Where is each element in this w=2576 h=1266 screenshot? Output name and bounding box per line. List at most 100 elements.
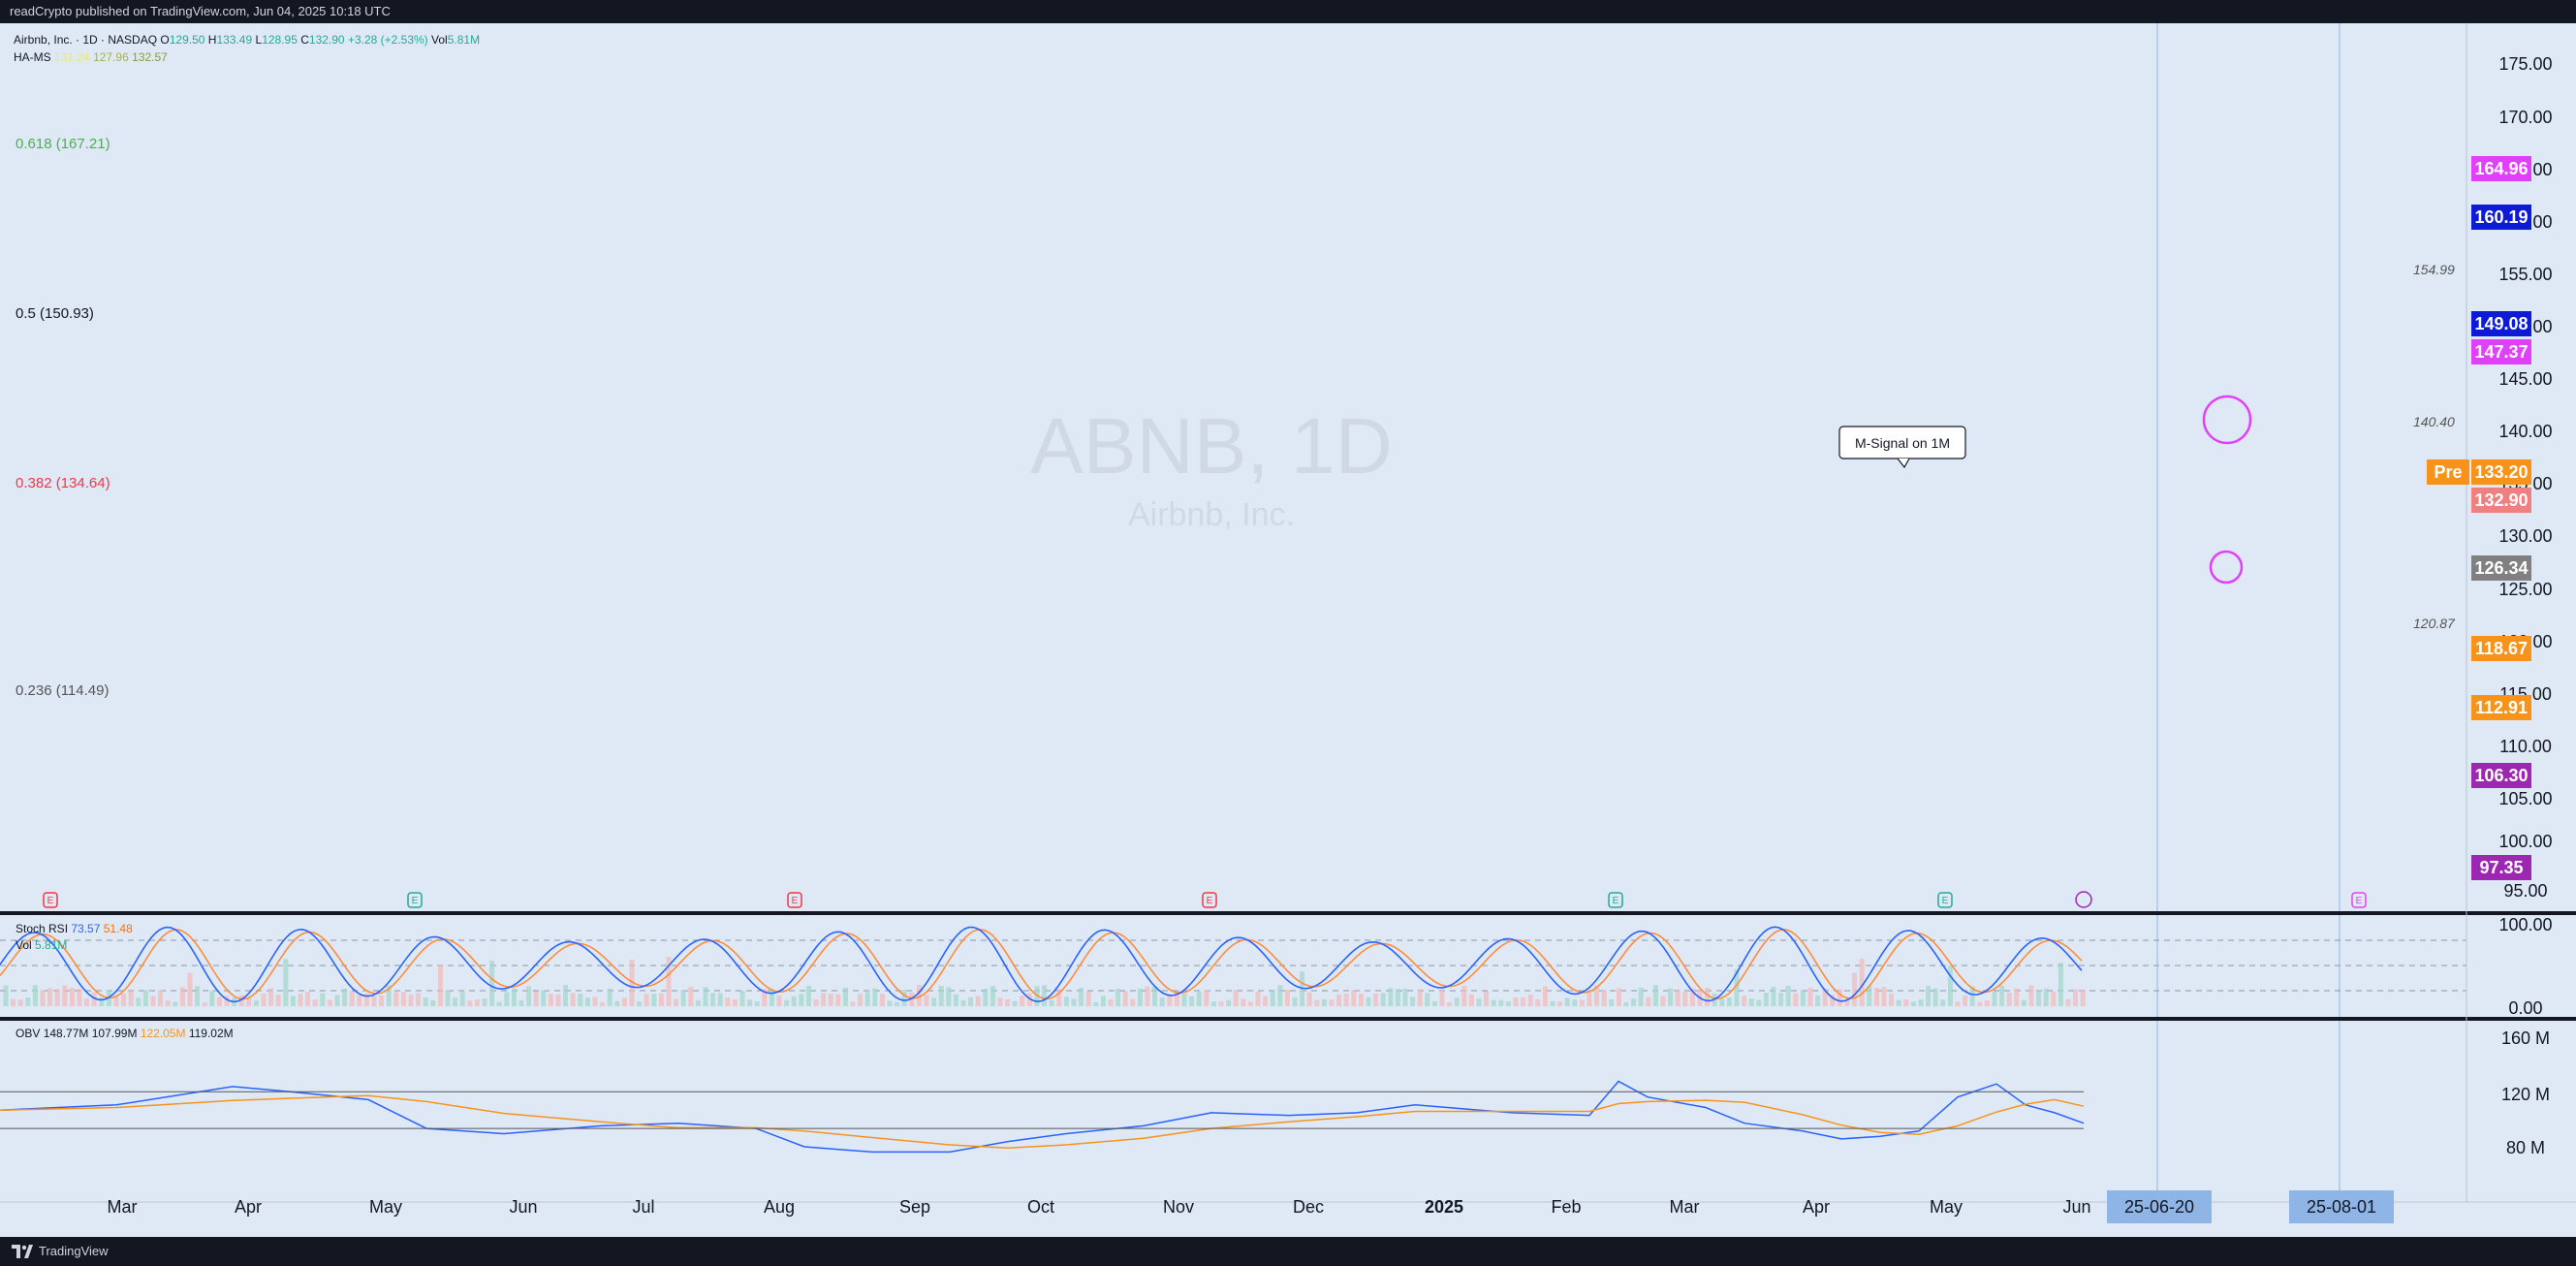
volume-bar (703, 987, 708, 1006)
volume-bar (1601, 990, 1607, 1006)
price-badge[interactable]: 132.90 (2471, 488, 2531, 513)
volume-bar (1210, 1001, 1216, 1006)
volume-bar (216, 997, 222, 1006)
volume-bar (842, 988, 848, 1006)
earnings-event-icon[interactable]: E (43, 892, 58, 908)
volume-bar (2028, 985, 2034, 1006)
volume-bar (813, 999, 819, 1006)
volume-bar (2065, 998, 2071, 1006)
volume-bar (578, 994, 583, 1006)
price-badge[interactable]: 164.96 (2471, 156, 2531, 181)
volume-bar (776, 995, 782, 1006)
volume-bar (1542, 986, 1548, 1006)
highlight-circle[interactable] (2202, 395, 2252, 445)
volume-bar (1204, 990, 1209, 1006)
price-badge[interactable]: 133.20 (2471, 459, 2531, 485)
volume-bar (1903, 998, 1909, 1006)
earnings-event-icon[interactable]: E (2351, 892, 2367, 908)
indicator-value: 127.96 (93, 50, 129, 64)
price-badge[interactable]: 160.19 (2471, 205, 2531, 230)
earnings-event-icon[interactable]: E (407, 892, 423, 908)
obv-value: 122.05M (140, 1027, 186, 1040)
volume-bar (872, 988, 878, 1006)
time-tick: Oct (1027, 1197, 1054, 1217)
volume-bar (600, 1001, 606, 1006)
volume-bar (1955, 1001, 1961, 1006)
low-value: 128.95 (262, 33, 298, 47)
time-tick: May (369, 1197, 402, 1217)
price-badge[interactable]: 112.91 (2471, 695, 2531, 720)
volume-bar (393, 992, 399, 1006)
volume-bar (864, 992, 870, 1006)
volume-bar (173, 1001, 178, 1006)
volume-bar (637, 1001, 643, 1006)
stoch-legend[interactable]: Stoch RSI 73.57 51.48 Vol 5.81M (16, 921, 133, 954)
volume-bar (997, 997, 1003, 1006)
pre-market-badge[interactable]: Pre (2427, 459, 2469, 485)
volume-bar (1889, 993, 1895, 1006)
volume-bar (416, 993, 422, 1006)
volume-bar (1992, 991, 1997, 1006)
volume-bar (17, 999, 23, 1006)
price-badge[interactable]: 126.34 (2471, 555, 2531, 581)
volume-bar (25, 997, 31, 1006)
stoch-axis-tick: 100.00 (2498, 915, 2552, 934)
earnings-event-icon[interactable]: E (1608, 892, 1623, 908)
price-badge[interactable]: 118.67 (2471, 636, 2531, 661)
volume-bar (828, 994, 833, 1006)
event-markers: E E E E E E E (43, 891, 2367, 908)
volume-bar (990, 986, 995, 1006)
volume-bar (128, 990, 134, 1006)
volume-bar (1910, 1001, 1916, 1006)
date-badge[interactable]: 25-08-01 (2289, 1190, 2394, 1223)
volume-bar (32, 985, 38, 1006)
obv-legend[interactable]: OBV 148.77M 107.99M 122.05M 119.02M (16, 1026, 234, 1042)
volume-bar (924, 995, 929, 1006)
price-badge[interactable]: 149.08 (2471, 311, 2531, 336)
tradingview-logo[interactable]: TradingView (12, 1237, 109, 1266)
volume-bar (305, 991, 311, 1006)
event-letter: E (412, 896, 419, 906)
symbol-watermark: ABNB, 1D (1030, 402, 1393, 491)
volume-bar (1380, 993, 1386, 1006)
volume-bar (674, 998, 679, 1006)
highlight-circle[interactable] (2209, 550, 2244, 585)
volume-bar (1631, 998, 1637, 1006)
volume-bar (791, 996, 797, 1006)
time-tick: Jun (509, 1197, 537, 1217)
main-legend[interactable]: Airbnb, Inc. · 1D · NASDAQ O129.50 H133.… (14, 31, 480, 66)
volume-bar (710, 993, 716, 1006)
earnings-event-icon[interactable]: E (1937, 892, 1953, 908)
time-axis[interactable]: Mar Apr May Jun Jul Aug Sep Oct Nov Dec … (108, 1190, 2395, 1223)
indicator-line[interactable]: HA-MS 131.24 127.96 132.57 (14, 48, 480, 66)
dividend-event-icon[interactable] (2075, 891, 2092, 908)
m-signal-callout[interactable]: M-Signal on 1M (1838, 426, 1966, 469)
volume-bar (2036, 990, 2042, 1006)
price-badge[interactable]: 147.37 (2471, 339, 2531, 364)
volume-bar (1742, 996, 1747, 1006)
volume-bar (2021, 999, 2026, 1006)
volume-bar (1748, 998, 1754, 1006)
chart-canvas[interactable]: E E E E E E E ABNB, 1D Airbnb, Inc. 0.61… (0, 0, 2576, 1266)
date-badge[interactable]: 25-06-20 (2107, 1190, 2212, 1223)
volume-bar (1550, 1000, 1555, 1006)
volume-bar (953, 994, 958, 1006)
price-badge[interactable]: 97.35 (2471, 855, 2531, 880)
volume-bar (1373, 994, 1379, 1006)
earnings-event-icon[interactable]: E (1202, 892, 1217, 908)
date-badge-text: 25-06-20 (2124, 1197, 2194, 1217)
volume-bar (474, 999, 480, 1006)
volume-bar (1071, 998, 1077, 1006)
volume-bar (504, 992, 510, 1006)
price-badge[interactable]: 106.30 (2471, 763, 2531, 788)
volume-bar (2014, 988, 2020, 1006)
price-badge-text: 112.91 (2475, 698, 2528, 717)
volume-bar (1652, 985, 1658, 1006)
vol-label: Vol (431, 33, 448, 47)
volume-bar (1675, 989, 1681, 1006)
volume-bar (2058, 963, 2063, 1006)
volume-bar (1137, 988, 1143, 1006)
obv-value: 107.99M (91, 1027, 138, 1040)
earnings-event-icon[interactable]: E (787, 892, 802, 908)
volume-bar (113, 997, 119, 1006)
